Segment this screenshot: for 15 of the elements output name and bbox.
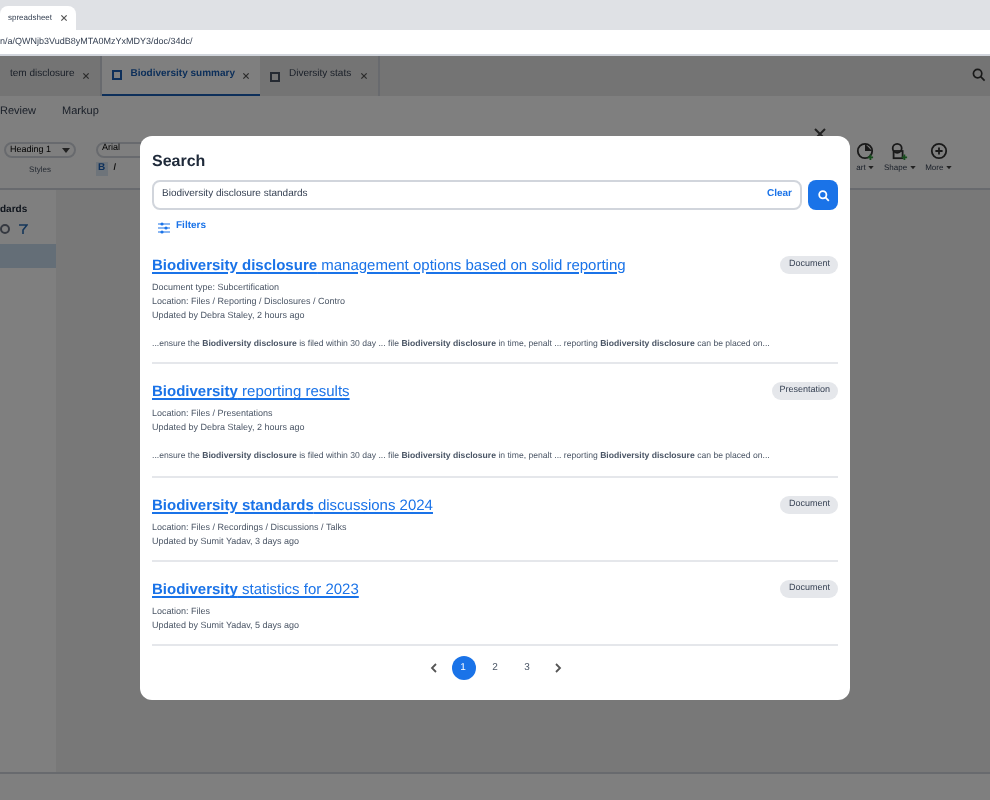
- shapes-icon: [890, 142, 909, 160]
- document-icon: [112, 70, 123, 80]
- caret-icon[interactable]: [62, 147, 70, 153]
- dialog-title: Search: [152, 154, 208, 170]
- close-icon[interactable]: [60, 14, 69, 22]
- caret-icon[interactable]: [909, 166, 916, 170]
- search-button[interactable]: [808, 180, 838, 210]
- pie-chart-icon: [856, 142, 874, 160]
- plus-circle-icon: [929, 142, 948, 160]
- search-icon[interactable]: [972, 68, 986, 82]
- search-icon: [817, 189, 829, 201]
- caret-icon[interactable]: [945, 166, 952, 170]
- caret-icon[interactable]: [867, 166, 874, 170]
- sliders-icon: [158, 221, 170, 234]
- document-icon: [270, 71, 281, 81]
